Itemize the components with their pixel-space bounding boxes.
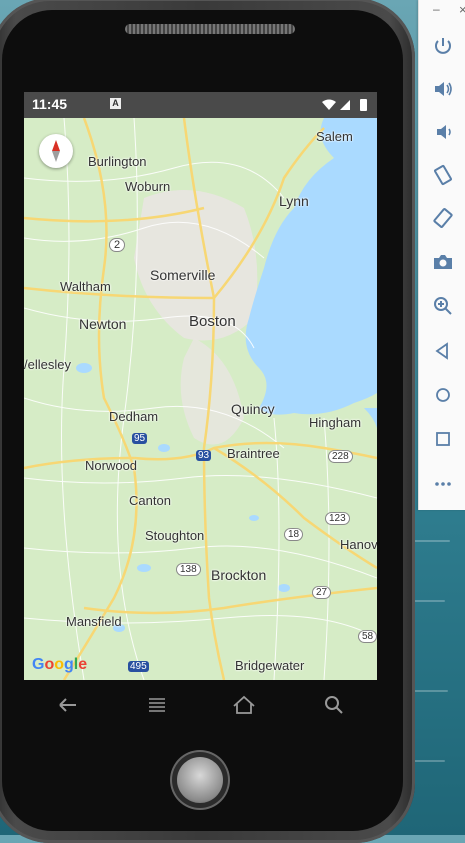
route-shield-58: 58 (358, 630, 377, 643)
rotate-right-button[interactable] (429, 204, 457, 232)
volume-down-icon (437, 125, 451, 139)
rotate-right-icon (433, 208, 453, 228)
volume-up-icon (435, 82, 452, 96)
map-label-hingham: Hingham (309, 415, 362, 430)
volume-up-button[interactable] (429, 75, 457, 103)
map-label-stoughton: Stoughton (145, 528, 205, 543)
menu-button[interactable] (142, 691, 172, 719)
map-label-canton: Canton (129, 493, 171, 508)
power-button[interactable] (429, 32, 457, 60)
status-bar: 11:45 A (24, 92, 377, 118)
rotate-left-icon (434, 164, 452, 186)
screenshot-button[interactable] (429, 248, 457, 276)
rotate-left-button[interactable] (429, 161, 457, 189)
zoom-button[interactable] (429, 292, 457, 320)
overview-square-icon (436, 432, 450, 446)
map-label-burlington: Burlington (88, 154, 147, 169)
more-button[interactable] (429, 470, 457, 498)
power-icon (435, 38, 451, 54)
map-label-lynn: Lynn (279, 193, 309, 209)
map-label-bridgewater: Bridgewater (235, 658, 305, 673)
emulator-overview-button[interactable] (429, 425, 457, 453)
map-label-quincy: Quincy (231, 401, 275, 417)
earpiece-speaker (125, 24, 295, 34)
notification-icon: A (110, 98, 121, 109)
map-label-wellesley: /ellesley (24, 357, 71, 372)
home-circle-icon (436, 388, 450, 402)
map-label-newton: Newton (79, 316, 127, 332)
compass-icon (52, 140, 60, 162)
route-shield-i495: 495 (128, 661, 149, 672)
map-label-hanover: Hanov (340, 537, 377, 552)
home-nav-button[interactable] (229, 691, 259, 719)
route-shield-18: 18 (284, 528, 304, 541)
map-label-mansfield: Mansfield (66, 614, 122, 629)
volume-down-button[interactable] (429, 118, 457, 146)
route-shield-123: 123 (325, 512, 350, 525)
back-button[interactable] (52, 691, 82, 719)
search-icon (325, 696, 343, 714)
map-view[interactable]: Salem Burlington Woburn Lynn 2 Somervill… (24, 118, 377, 680)
emulator-back-button[interactable] (429, 337, 457, 365)
map-label-norwood: Norwood (85, 458, 138, 473)
battery-icon (360, 99, 367, 111)
status-time: 11:45 (32, 96, 68, 112)
minimize-button[interactable]: – (433, 2, 440, 16)
route-shield-i93: 93 (196, 450, 212, 461)
emulator-toolbar: – × (418, 0, 465, 510)
more-icon (435, 482, 451, 486)
hardware-navbar (24, 683, 377, 727)
wifi-icon (322, 99, 336, 110)
google-logo: Google (32, 656, 88, 673)
map-label-salem: Salem (316, 129, 353, 144)
status-icons (322, 99, 367, 111)
compass-button[interactable] (39, 134, 73, 168)
menu-icon (149, 698, 165, 712)
close-button[interactable]: × (459, 2, 465, 17)
route-shield-27: 27 (312, 586, 332, 599)
route-shield-2: 2 (109, 238, 126, 252)
map-label-boston: Boston (189, 313, 236, 330)
map-label-brockton: Brockton (211, 567, 267, 583)
zoom-icon (434, 297, 452, 315)
map-label-woburn: Woburn (125, 179, 171, 194)
back-triangle-icon (435, 342, 448, 360)
route-shield-138: 138 (176, 563, 201, 576)
trackball-button[interactable] (177, 757, 223, 803)
home-icon (233, 695, 255, 714)
route-shield-228: 228 (328, 450, 353, 463)
signal-icon (340, 100, 350, 110)
device-screen: 11:45 A Salem Burlington Woburn Lynn 2 S… (24, 92, 377, 680)
map-label-somerville: Somerville (150, 267, 216, 283)
map-label-dedham: Dedham (109, 409, 159, 424)
camera-icon (434, 255, 452, 269)
map-label-braintree: Braintree (227, 446, 280, 461)
route-shield-i95: 95 (132, 433, 148, 444)
back-icon (59, 698, 76, 712)
map-label-waltham: Waltham (60, 279, 111, 294)
emulator-home-button[interactable] (429, 381, 457, 409)
search-button[interactable] (319, 691, 349, 719)
